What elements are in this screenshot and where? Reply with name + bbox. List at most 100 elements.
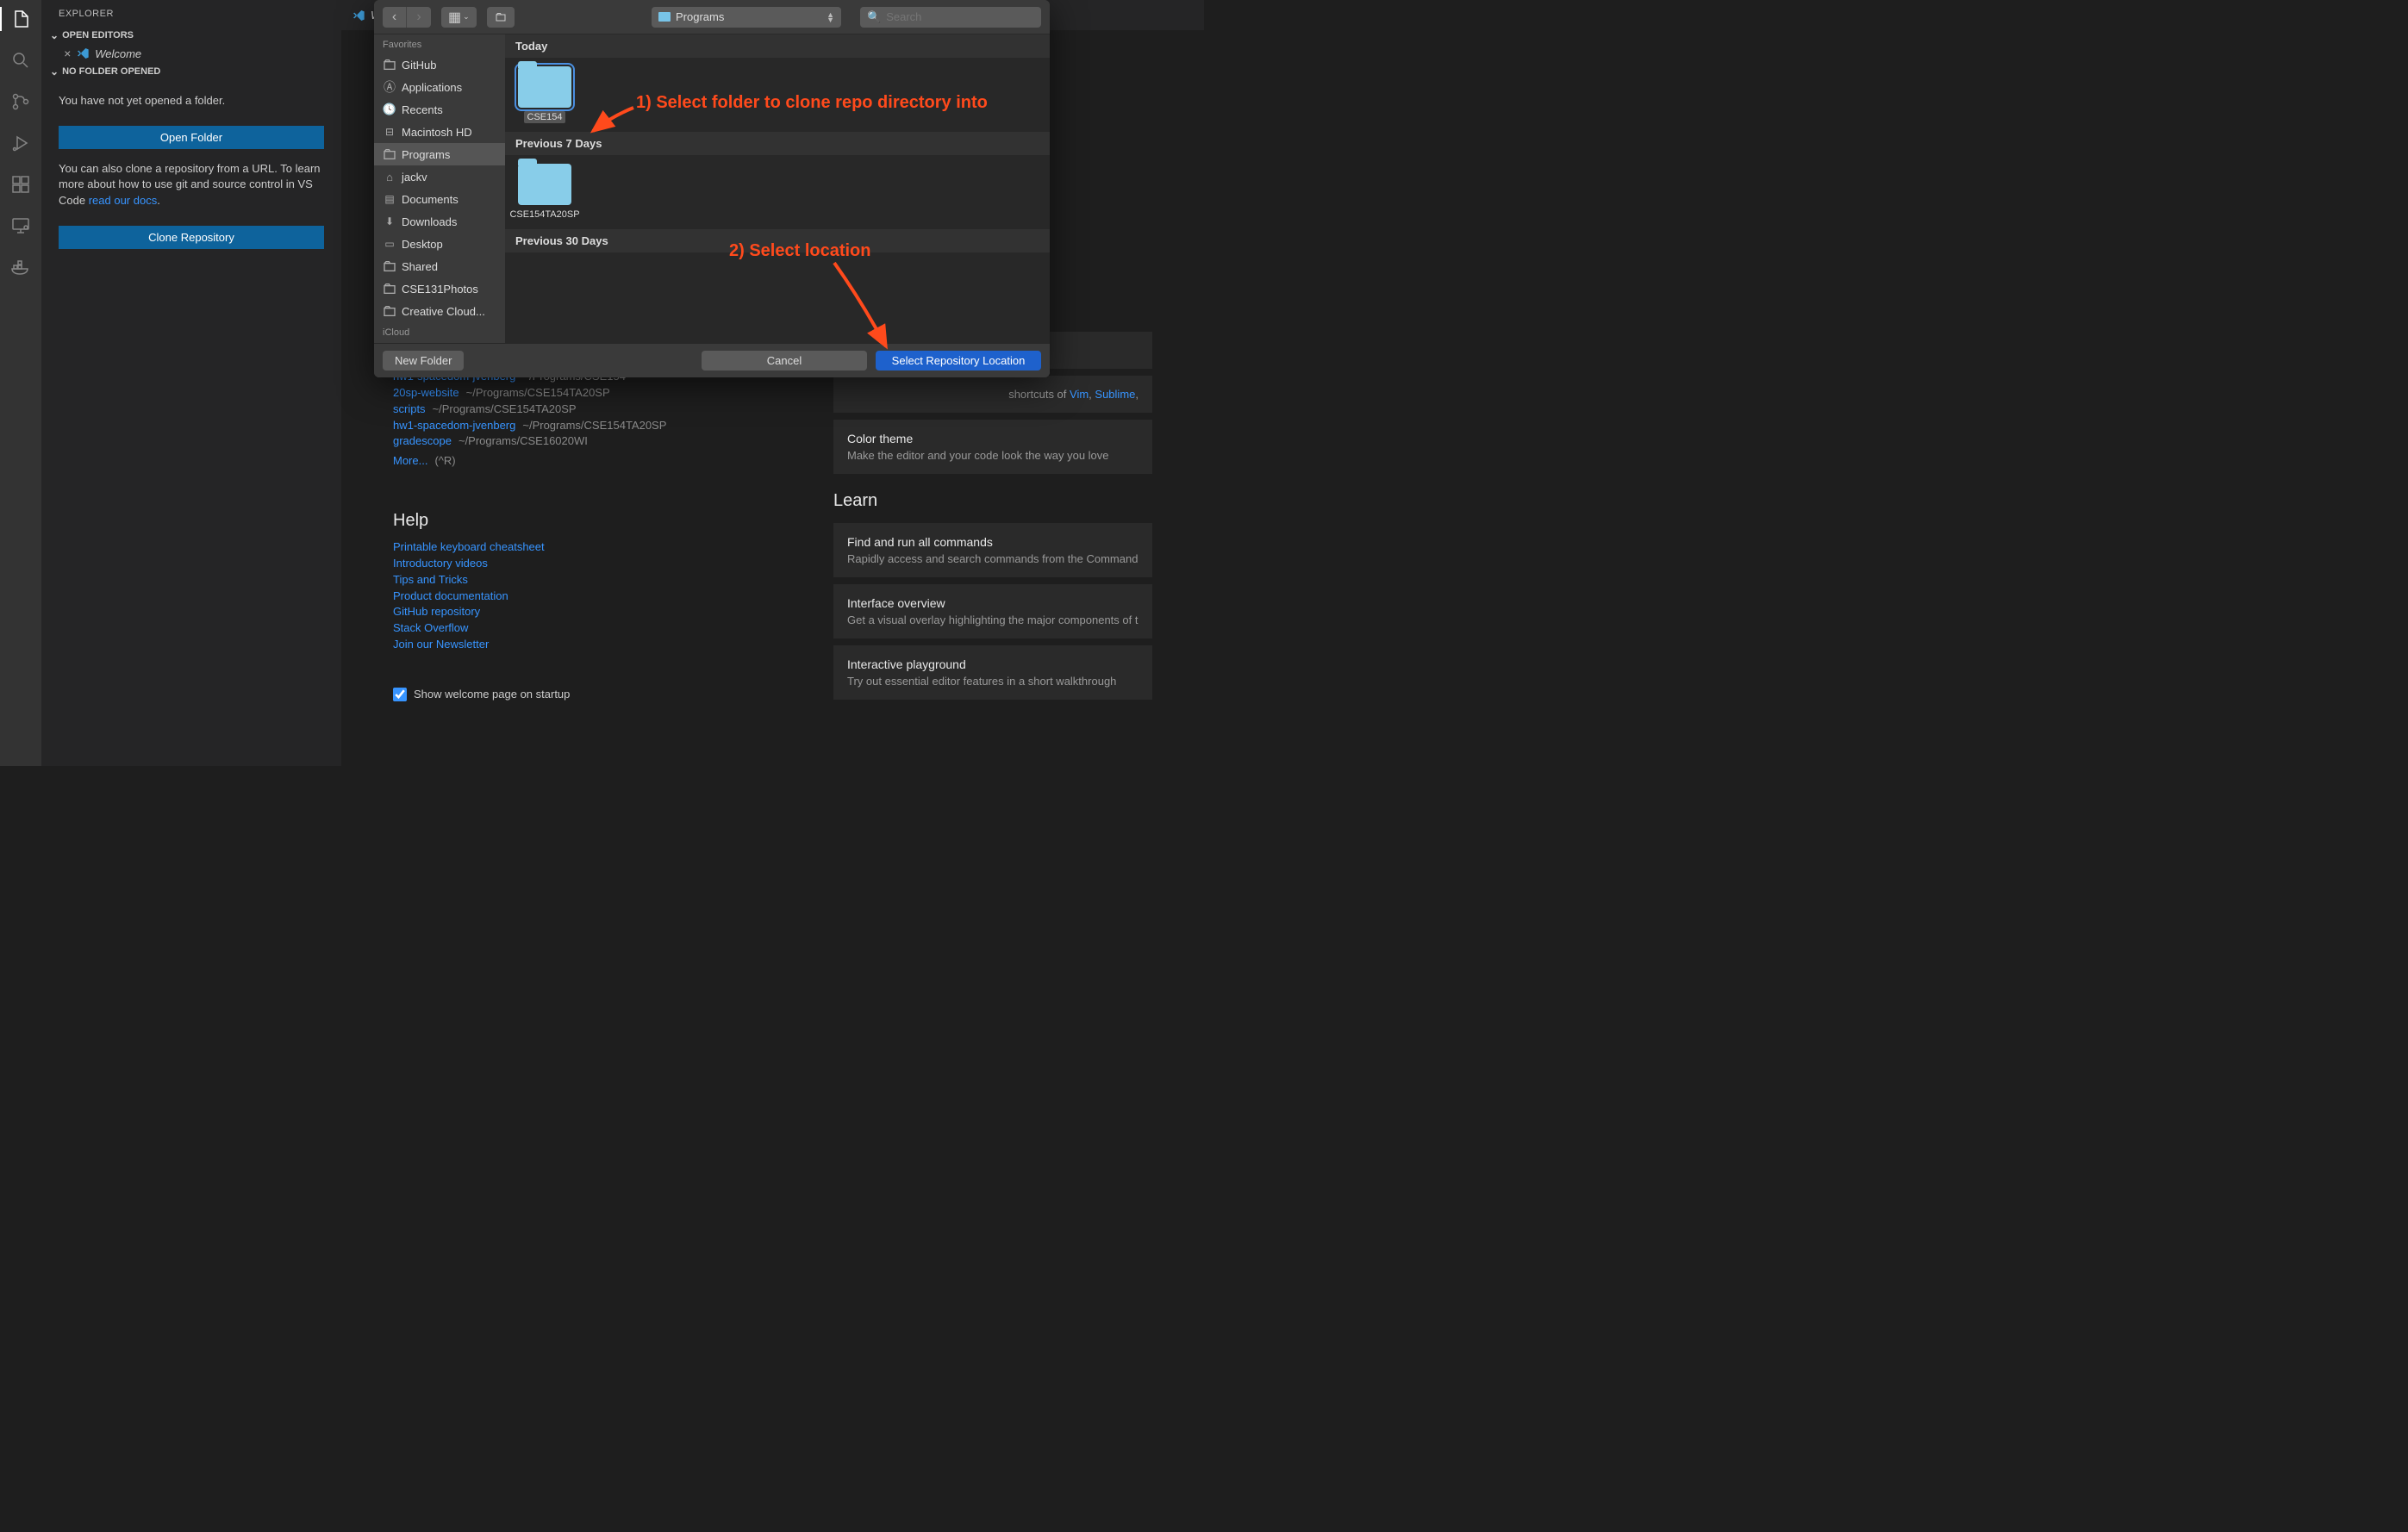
vscode-icon (352, 9, 365, 22)
shortcuts-card[interactable]: shortcuts of Vim, Sublime, (833, 376, 1152, 413)
fav-icon: ⊟ (383, 125, 396, 139)
open-folder-button[interactable]: Open Folder (59, 126, 324, 149)
fav-icon (383, 58, 396, 72)
startup-checkbox-row[interactable]: Show welcome page on startup (393, 688, 764, 701)
nav-forward-button[interactable]: › (407, 7, 431, 28)
recent-link[interactable]: scripts (393, 402, 426, 415)
recent-link[interactable]: gradescope (393, 434, 452, 447)
color-theme-card[interactable]: Color theme Make the editor and your cod… (833, 420, 1152, 474)
favorite-item[interactable]: CSE131Photos (374, 277, 505, 300)
help-link[interactable]: Product documentation (393, 589, 764, 605)
help-title: Help (393, 511, 764, 531)
path-selector[interactable]: Programs ▲▼ (652, 7, 841, 28)
close-icon[interactable]: × (64, 47, 71, 60)
explorer-panel: EXPLORER ⌄OPEN EDITORS × Welcome ⌄NO FOL… (41, 0, 341, 766)
vscode-icon (76, 47, 90, 60)
learn-card[interactable]: Interactive playgroundTry out essential … (833, 645, 1152, 700)
folder-item[interactable]: CSE154TA20SP (514, 164, 576, 221)
chevron-down-icon: ⌄ (50, 65, 59, 78)
fav-icon: ▤ (383, 192, 396, 206)
help-link[interactable]: Printable keyboard cheatsheet (393, 539, 764, 556)
folder-icon (658, 12, 671, 22)
no-folder-msg: You have not yet opened a folder. (59, 93, 324, 109)
recent-item[interactable]: gradescope~/Programs/CSE16020WI (393, 433, 764, 450)
recent-item[interactable]: hw1-spacedom-jvenberg~/Programs/CSE154TA… (393, 418, 764, 434)
file-grid (505, 252, 1050, 270)
git-icon[interactable] (9, 90, 33, 114)
fav-icon: Ⓐ (383, 80, 396, 94)
group-header: Previous 7 Days (505, 132, 1050, 155)
group-header: Previous 30 Days (505, 229, 1050, 252)
favorite-item[interactable]: ▭Desktop (374, 233, 505, 255)
file-dialog: ‹ › ▦ ⌄ Programs ▲▼ 🔍 Favorites GitHubⒶA… (374, 0, 1050, 377)
no-folder-header[interactable]: ⌄NO FOLDER OPENED (41, 62, 341, 81)
fav-icon: ⬇ (383, 215, 396, 228)
recent-link[interactable]: 20sp-website (393, 386, 459, 399)
favorite-item[interactable]: ⒶApplications (374, 76, 505, 98)
favorite-item[interactable]: Programs (374, 143, 505, 165)
learn-card[interactable]: Interface overviewGet a visual overlay h… (833, 584, 1152, 638)
recent-more-link[interactable]: More... (393, 454, 427, 467)
select-location-button[interactable]: Select Repository Location (876, 351, 1041, 371)
fav-icon: ⌂ (383, 170, 396, 184)
group-button[interactable] (487, 7, 515, 28)
fav-icon (383, 147, 396, 161)
fav-icon: 🕓 (383, 103, 396, 116)
help-link[interactable]: Join our Newsletter (393, 637, 764, 653)
docker-icon[interactable] (9, 255, 33, 279)
search-icon[interactable] (9, 48, 33, 72)
favorite-item[interactable]: ▤Documents (374, 188, 505, 210)
recent-item[interactable]: 20sp-website~/Programs/CSE154TA20SP (393, 385, 764, 402)
panel-title: EXPLORER (41, 0, 341, 26)
favorite-item[interactable]: GitHub (374, 53, 505, 76)
search-field[interactable]: 🔍 (860, 7, 1041, 28)
panel-body: You have not yet opened a folder. Open F… (41, 81, 341, 273)
favorite-item[interactable]: Shared (374, 255, 505, 277)
learn-card[interactable]: Find and run all commandsRapidly access … (833, 523, 1152, 577)
favorites-header: Favorites (374, 34, 505, 53)
group-header: Today (505, 34, 1050, 58)
fav-icon (383, 282, 396, 296)
dialog-footer: New Folder Cancel Select Repository Loca… (374, 343, 1050, 377)
new-folder-button[interactable]: New Folder (383, 351, 464, 371)
fav-icon: ▭ (383, 237, 396, 251)
favorite-item[interactable]: ⬇Downloads (374, 210, 505, 233)
chevron-down-icon: ⌄ (50, 29, 59, 41)
favorites-sidebar: Favorites GitHubⒶApplications🕓Recents⊟Ma… (374, 34, 505, 343)
open-editor-tab[interactable]: × Welcome (41, 45, 341, 62)
folder-item[interactable]: CSE154 (514, 66, 576, 123)
help-link[interactable]: Tips and Tricks (393, 572, 764, 589)
startup-checkbox[interactable] (393, 688, 407, 701)
file-grid: CSE154 (505, 58, 1050, 132)
favorite-item[interactable]: ⌂jackv (374, 165, 505, 188)
updown-icon: ▲▼ (827, 12, 834, 22)
fav-icon (383, 304, 396, 318)
read-docs-link[interactable]: read our docs (89, 194, 158, 207)
clone-repo-button[interactable]: Clone Repository (59, 226, 324, 249)
favorite-item[interactable]: Creative Cloud... (374, 300, 505, 322)
nav-back-button[interactable]: ‹ (383, 7, 407, 28)
search-icon: 🔍 (867, 10, 881, 24)
folder-icon (518, 164, 571, 205)
dialog-toolbar: ‹ › ▦ ⌄ Programs ▲▼ 🔍 (374, 0, 1050, 34)
search-input[interactable] (886, 10, 1034, 23)
icloud-header: iCloud (374, 322, 505, 341)
clone-msg: You can also clone a repository from a U… (59, 161, 324, 209)
extensions-icon[interactable] (9, 172, 33, 196)
cancel-button[interactable]: Cancel (702, 351, 867, 371)
favorite-item[interactable]: ⊟Macintosh HD (374, 121, 505, 143)
view-mode-button[interactable]: ▦ ⌄ (441, 7, 477, 28)
folder-icon (518, 66, 571, 108)
help-link[interactable]: Stack Overflow (393, 620, 764, 637)
learn-header: Learn (833, 491, 1152, 511)
debug-icon[interactable] (9, 131, 33, 155)
open-editors-header[interactable]: ⌄OPEN EDITORS (41, 26, 341, 45)
file-browser: Today CSE154 Previous 7 Days CSE154TA20SP Pr… (505, 34, 1050, 343)
favorite-item[interactable]: 🕓Recents (374, 98, 505, 121)
remote-icon[interactable] (9, 214, 33, 238)
help-link[interactable]: Introductory videos (393, 556, 764, 572)
files-icon[interactable] (0, 7, 41, 31)
help-link[interactable]: GitHub repository (393, 604, 764, 620)
recent-link[interactable]: hw1-spacedom-jvenberg (393, 419, 515, 432)
recent-item[interactable]: scripts~/Programs/CSE154TA20SP (393, 402, 764, 418)
